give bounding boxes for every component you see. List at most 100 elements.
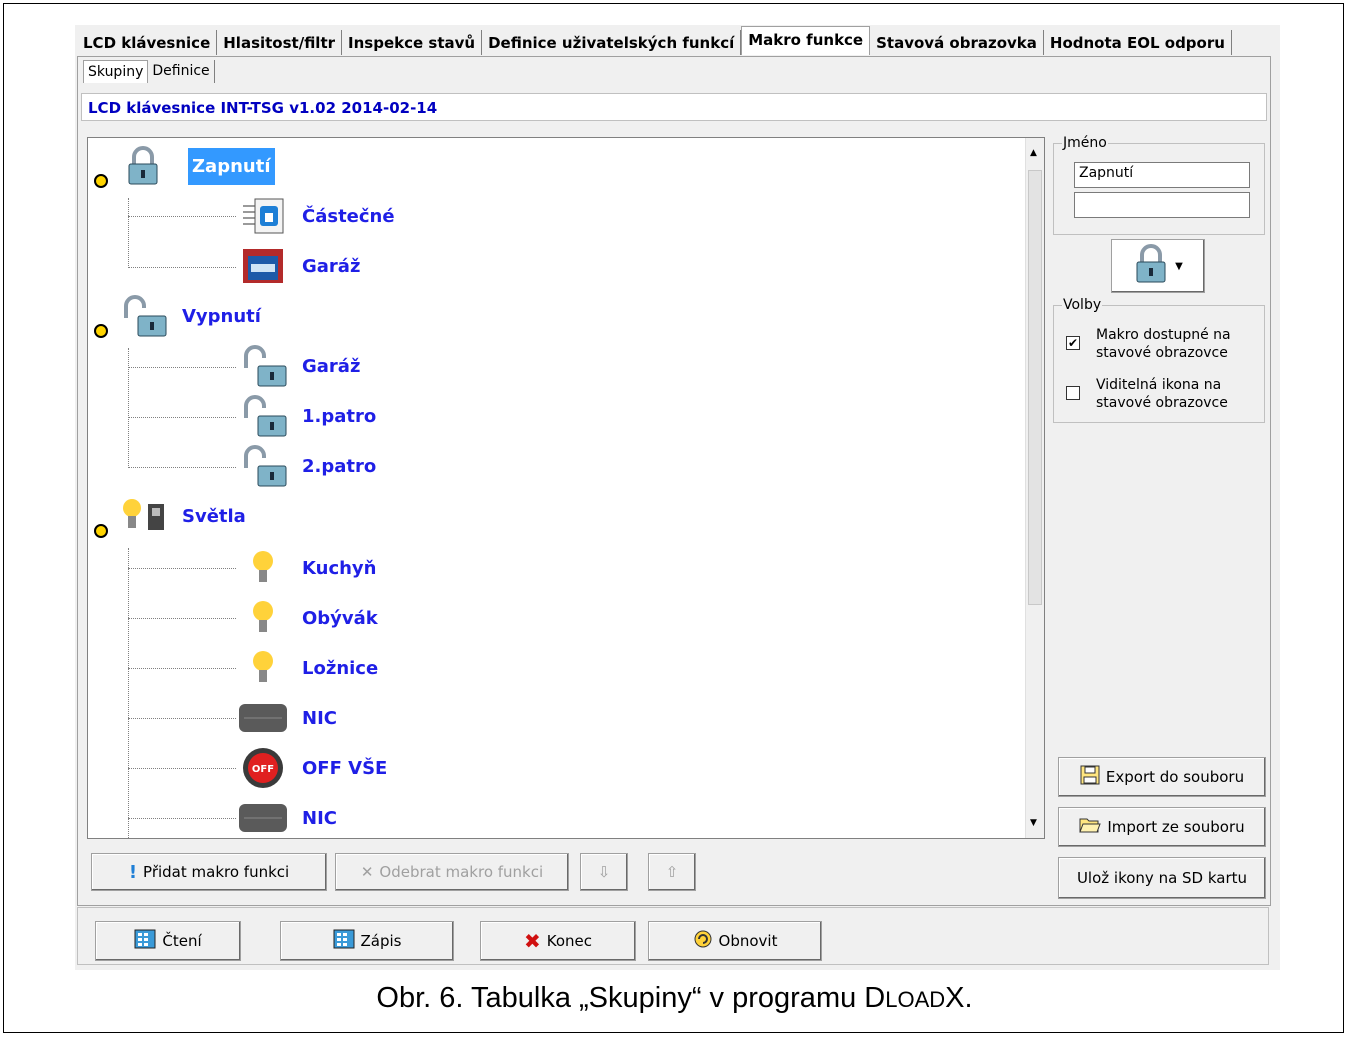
move-up-button[interactable]: ⇧ [648, 853, 696, 891]
tree-label[interactable]: Světla [182, 506, 246, 527]
off-button-icon: OFF [238, 746, 288, 790]
main-tab-bar: LCD klávesnice Hlasitost/filtr Inspekce … [77, 26, 1232, 55]
tree-connector [128, 668, 236, 669]
scroll-thumb[interactable] [1028, 170, 1042, 605]
name-group-title: Jméno [1062, 135, 1108, 151]
tree-label[interactable]: Kuchyň [302, 558, 376, 579]
tree-label[interactable]: OFF VŠE [302, 758, 387, 779]
tree-connector [128, 548, 129, 838]
partial-arm-icon [238, 194, 288, 238]
tree-connector [128, 768, 236, 769]
tree-group-svetla[interactable]: Světla [118, 494, 246, 538]
svg-text:OFF: OFF [252, 764, 274, 775]
tree-item[interactable]: Částečné [238, 194, 395, 238]
tree-item[interactable]: Garáž [238, 344, 360, 388]
tree-label[interactable]: Částečné [302, 206, 395, 227]
tab-makro-funkce[interactable]: Makro funkce [741, 26, 871, 55]
arrow-up-icon: ⇧ [665, 863, 679, 881]
tree-item[interactable]: Kuchyň [238, 546, 376, 590]
tab-definice-funkci[interactable]: Definice uživatelských funkcí [482, 30, 742, 55]
tree-label[interactable]: 2.patro [302, 456, 376, 477]
option1-checkbox[interactable]: ✔ [1066, 336, 1080, 350]
tab-stavova-obrazovka[interactable]: Stavová obrazovka [870, 30, 1044, 55]
option2-checkbox[interactable] [1066, 386, 1080, 400]
import-button[interactable]: Import ze souboru [1058, 807, 1266, 847]
name-group: Jméno Zapnutí [1053, 135, 1265, 235]
lock-open-icon [118, 294, 168, 338]
tree-item[interactable]: NIC [238, 796, 337, 838]
bulb-icon [238, 596, 288, 640]
exclamation-icon: ! [128, 861, 138, 883]
grid-device-icon [333, 929, 355, 953]
tree-group-zapnuti[interactable]: Zapnutí [118, 144, 275, 188]
macro-tree[interactable]: Zapnutí Částečné Garáž Vypnutí Garáž 1.p… [87, 137, 1045, 839]
folder-open-icon [1079, 816, 1102, 838]
subtab-skupiny[interactable]: Skupiny [83, 60, 149, 83]
tab-eol[interactable]: Hodnota EOL odporu [1044, 30, 1232, 55]
lock-closed-icon [118, 144, 168, 188]
tree-label[interactable]: Obývák [302, 608, 378, 629]
add-macro-button[interactable]: ! Přidat makro funkci [91, 853, 327, 891]
tree-item[interactable]: Ložnice [238, 646, 378, 690]
subtab-definice[interactable]: Definice [148, 60, 215, 83]
lock-open-icon [238, 444, 288, 488]
options-group: Volby ✔ Makro dostupné na stavové obrazo… [1053, 297, 1265, 423]
expand-bullet-icon[interactable] [94, 324, 108, 338]
save-icons-sd-button[interactable]: Ulož ikony na SD kartu [1058, 857, 1266, 899]
blank-icon [238, 796, 288, 838]
option2-label: Viditelná ikona na stavové obrazovce [1096, 377, 1228, 411]
refresh-button[interactable]: Obnovit [648, 921, 822, 961]
name-line1-input[interactable]: Zapnutí [1074, 162, 1250, 188]
write-button[interactable]: Zápis [280, 921, 454, 961]
expand-bullet-icon[interactable] [94, 174, 108, 188]
icon-picker-dropdown[interactable]: ▼ [1111, 239, 1205, 293]
name-line2-input[interactable] [1074, 192, 1250, 218]
read-button[interactable]: Čtení [95, 921, 241, 961]
refresh-icon [693, 929, 713, 953]
tree-label[interactable]: Garáž [302, 256, 360, 277]
tree-connector [128, 568, 236, 569]
tree-item[interactable]: OFF OFF VŠE [238, 746, 387, 790]
tab-hlasitost[interactable]: Hlasitost/filtr [217, 30, 343, 55]
end-button[interactable]: ✖ Konec [480, 921, 636, 961]
tree-item[interactable]: 1.patro [238, 394, 376, 438]
device-info-bar: LCD klávesnice INT-TSG v1.02 2014-02-14 [81, 93, 1267, 121]
tree-connector [128, 198, 129, 268]
tree-label[interactable]: Zapnutí [188, 147, 275, 185]
lock-closed-icon [1133, 244, 1169, 288]
tree-scrollbar[interactable]: ▲ ▼ [1025, 138, 1044, 838]
tree-connector [128, 467, 236, 468]
scroll-down-icon[interactable]: ▼ [1030, 818, 1037, 828]
tree-label[interactable]: Garáž [302, 356, 360, 377]
grid-device-icon [134, 929, 156, 953]
tree-label[interactable]: NIC [302, 708, 337, 729]
expand-bullet-icon[interactable] [94, 524, 108, 538]
export-button[interactable]: Export do souboru [1058, 757, 1266, 797]
move-down-button[interactable]: ⇩ [580, 853, 628, 891]
tree-connector [128, 618, 236, 619]
tree-label[interactable]: NIC [302, 808, 337, 829]
lock-open-icon [238, 394, 288, 438]
tree-label[interactable]: Ložnice [302, 658, 378, 679]
tab-lcd-klavesnice[interactable]: LCD klávesnice [77, 30, 218, 55]
tree-item[interactable]: Garáž [238, 244, 360, 288]
bulb-icon [238, 546, 288, 590]
tree-item[interactable]: NIC [238, 696, 337, 740]
bulb-switch-icon [118, 494, 168, 538]
tree-label[interactable]: 1.patro [302, 406, 376, 427]
tab-inspekce[interactable]: Inspekce stavů [342, 30, 483, 55]
tree-item[interactable]: Obývák [238, 596, 378, 640]
tree-item[interactable]: 2.patro [238, 444, 376, 488]
tree-group-vypnuti[interactable]: Vypnutí [118, 294, 261, 338]
remove-macro-button[interactable]: ✕ Odebrat makro funkci [335, 853, 569, 891]
tree-connector [128, 818, 236, 819]
tree-label[interactable]: Vypnutí [182, 306, 261, 327]
close-icon: ✖ [523, 929, 541, 953]
scroll-up-icon[interactable]: ▲ [1030, 148, 1037, 158]
lock-open-icon [238, 344, 288, 388]
figure-caption: Obr. 6. Tabulka „Skupiny“ v programu DLO… [376, 982, 973, 1014]
tree-connector [128, 367, 236, 368]
chevron-down-icon: ▼ [1175, 260, 1183, 272]
tree-connector [128, 718, 236, 719]
floppy-icon [1080, 765, 1100, 789]
